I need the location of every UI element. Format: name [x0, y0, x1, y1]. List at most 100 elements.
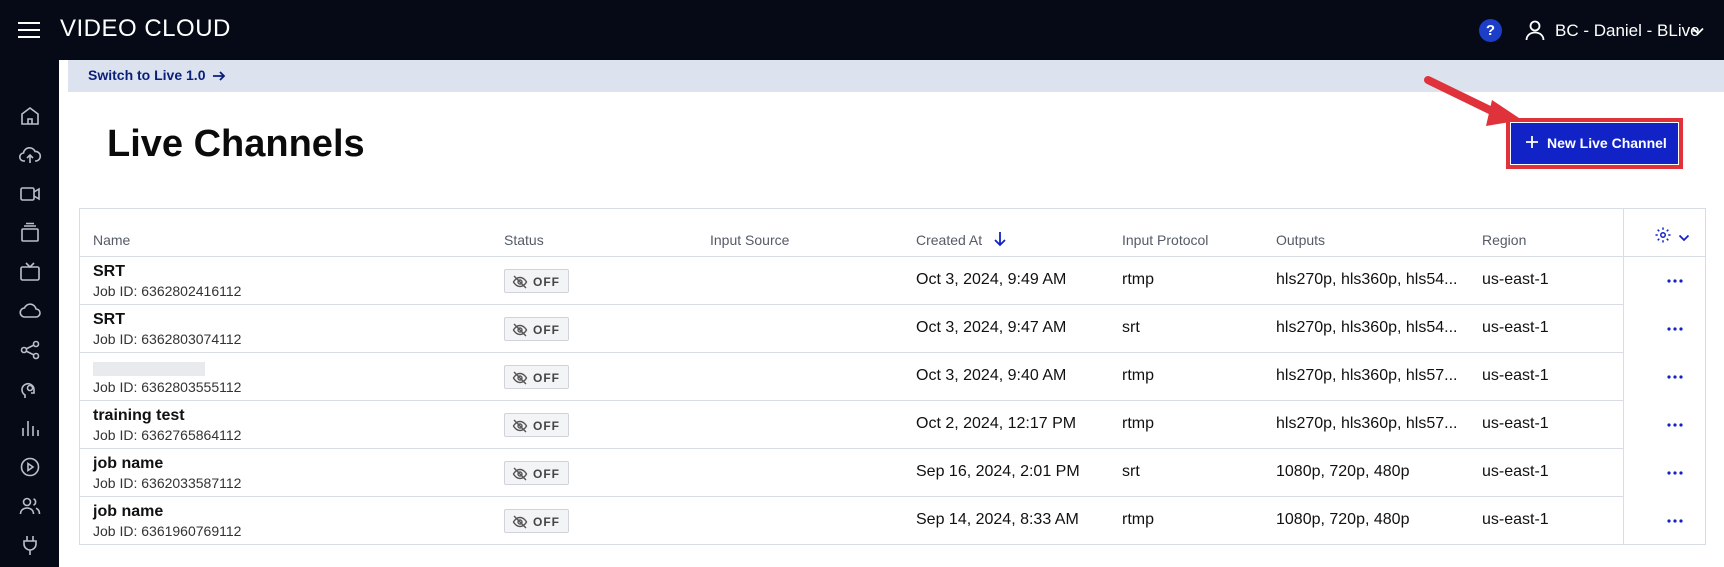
column-header-status[interactable]: Status: [504, 232, 544, 248]
outputs: 1080p, 720p, 480p: [1276, 511, 1410, 528]
channel-name[interactable]: training test: [93, 407, 185, 425]
live-channels-table: Name Status Input Source Created At Inpu…: [79, 208, 1706, 545]
channel-name[interactable]: SRT: [93, 263, 125, 281]
column-header-created-at[interactable]: Created At: [916, 232, 982, 248]
input-protocol: srt: [1122, 463, 1140, 480]
created-at: Oct 3, 2024, 9:49 AM: [916, 271, 1067, 288]
created-at: Oct 2, 2024, 12:17 PM: [916, 415, 1077, 432]
region: us-east-1: [1482, 511, 1549, 528]
column-header-name[interactable]: Name: [93, 232, 130, 248]
status-badge: OFF: [504, 317, 569, 341]
user-name[interactable]: BC - Daniel - BLive: [1555, 21, 1700, 41]
more-actions-icon[interactable]: [1663, 461, 1687, 485]
outputs: 1080p, 720p, 480p: [1276, 463, 1410, 480]
users-icon[interactable]: [18, 494, 42, 518]
eye-off-icon: [512, 371, 528, 385]
brand-logo[interactable]: VIDEO CLOUD: [60, 15, 231, 43]
region: us-east-1: [1482, 319, 1549, 336]
job-id: Job ID: 6362803555112: [93, 379, 242, 395]
status-label: OFF: [533, 419, 560, 433]
input-protocol: rtmp: [1122, 415, 1154, 432]
more-actions-icon[interactable]: [1663, 509, 1687, 533]
status-badge: OFF: [504, 413, 569, 437]
video-icon[interactable]: [18, 182, 42, 206]
input-protocol: srt: [1122, 319, 1140, 336]
region: us-east-1: [1482, 367, 1549, 384]
outputs: hls270p, hls360p, hls54...: [1276, 271, 1458, 288]
eye-off-icon: [512, 419, 528, 433]
user-icon[interactable]: [1523, 18, 1547, 42]
outputs: hls270p, hls360p, hls54...: [1276, 319, 1458, 336]
eye-off-icon: [512, 467, 528, 481]
cloud-icon[interactable]: [18, 299, 42, 323]
job-id: Job ID: 6362803074112: [93, 331, 242, 347]
table-row[interactable]: SRT Job ID: 6362803074112 OFF Oct 3, 2024, …: [80, 305, 1683, 353]
page-title: Live Channels: [107, 123, 365, 165]
chevron-down-icon[interactable]: [1678, 233, 1690, 243]
table-row[interactable]: job name Job ID: 6361960769112 OFF Sep 14, …: [80, 497, 1683, 545]
menu-icon[interactable]: [18, 22, 40, 40]
arrow-right-icon[interactable]: [211, 68, 227, 84]
status-label: OFF: [533, 323, 560, 337]
status-badge: OFF: [504, 509, 569, 533]
tv-icon[interactable]: [18, 260, 42, 284]
region: us-east-1: [1482, 271, 1549, 288]
created-at: Sep 14, 2024, 8:33 AM: [916, 511, 1079, 528]
job-id: Job ID: 6362765864112: [93, 427, 242, 443]
gear-icon[interactable]: [1654, 226, 1672, 244]
input-protocol: rtmp: [1122, 271, 1154, 288]
column-header-outputs[interactable]: Outputs: [1276, 232, 1325, 248]
status-label: OFF: [533, 515, 560, 529]
plus-icon: [1526, 136, 1538, 148]
home-icon[interactable]: [18, 104, 42, 128]
analytics-icon[interactable]: [18, 416, 42, 440]
status-label: OFF: [533, 275, 560, 289]
more-actions-icon[interactable]: [1663, 317, 1687, 341]
created-at: Oct 3, 2024, 9:47 AM: [916, 319, 1067, 336]
player-icon[interactable]: [18, 455, 42, 479]
more-actions-icon[interactable]: [1663, 365, 1687, 389]
channel-name[interactable]: job name: [93, 455, 163, 473]
channel-name[interactable]: [93, 362, 205, 376]
column-header-input-protocol[interactable]: Input Protocol: [1122, 232, 1208, 248]
media-icon[interactable]: [18, 221, 42, 245]
table-row[interactable]: Job ID: 6362803555112 OFF Oct 3, 2024, 9:4…: [80, 353, 1683, 401]
switch-to-live-1-link[interactable]: Switch to Live 1.0: [88, 67, 205, 83]
more-actions-icon[interactable]: [1663, 269, 1687, 293]
column-header-region[interactable]: Region: [1482, 232, 1526, 248]
new-live-channel-label: New Live Channel: [1547, 135, 1667, 151]
input-protocol: rtmp: [1122, 511, 1154, 528]
sort-descending-icon[interactable]: [993, 231, 1007, 247]
top-bar: VIDEO CLOUD ? BC - Daniel - BLive: [0, 0, 1724, 60]
status-label: OFF: [533, 371, 560, 385]
column-header-input-source[interactable]: Input Source: [710, 232, 789, 248]
table-row[interactable]: training test Job ID: 6362765864112 OFF Oct…: [80, 401, 1683, 449]
eye-off-icon: [512, 323, 528, 337]
eye-off-icon: [512, 275, 528, 289]
job-id: Job ID: 6362033587112: [93, 475, 242, 491]
chevron-down-icon[interactable]: [1691, 24, 1705, 38]
upload-icon[interactable]: [18, 143, 42, 167]
help-icon[interactable]: ?: [1479, 19, 1502, 42]
channel-name[interactable]: job name: [93, 503, 163, 521]
plugin-icon[interactable]: [18, 533, 42, 557]
status-badge: OFF: [504, 365, 569, 389]
region: us-east-1: [1482, 415, 1549, 432]
channel-name[interactable]: SRT: [93, 311, 125, 329]
table-row[interactable]: SRT Job ID: 6362802416112 OFF Oct 3, 2024, …: [80, 257, 1683, 305]
status-badge: OFF: [504, 269, 569, 293]
job-id: Job ID: 6361960769112: [93, 523, 242, 539]
table-header: Name Status Input Source Created At Inpu…: [80, 209, 1705, 257]
status-label: OFF: [533, 467, 560, 481]
region: us-east-1: [1482, 463, 1549, 480]
created-at: Oct 3, 2024, 9:40 AM: [916, 367, 1067, 384]
share-icon[interactable]: [18, 338, 42, 362]
audience-icon[interactable]: [18, 377, 42, 401]
more-actions-icon[interactable]: [1663, 413, 1687, 437]
created-at: Sep 16, 2024, 2:01 PM: [916, 463, 1080, 480]
table-row[interactable]: job name Job ID: 6362033587112 OFF Sep 16, …: [80, 449, 1683, 497]
outputs: hls270p, hls360p, hls57...: [1276, 367, 1458, 384]
new-live-channel-button[interactable]: New Live Channel: [1511, 123, 1678, 164]
outputs: hls270p, hls360p, hls57...: [1276, 415, 1458, 432]
input-protocol: rtmp: [1122, 367, 1154, 384]
